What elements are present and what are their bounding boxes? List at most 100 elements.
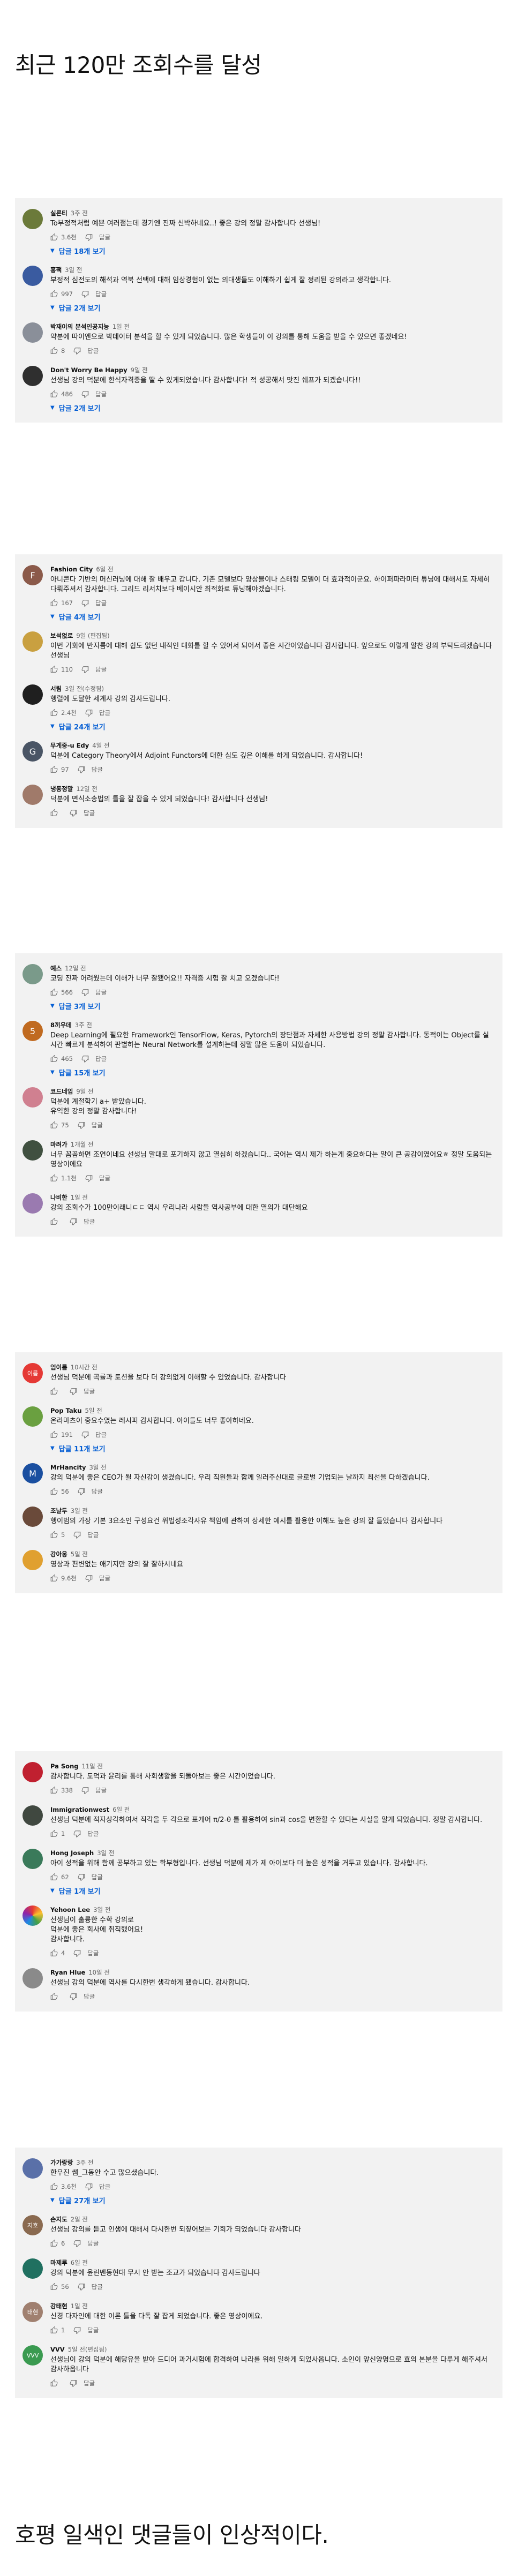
comment-author[interactable]: 실론티 [50,209,67,217]
thumb-up-icon[interactable] [50,1218,58,1225]
reply-button[interactable]: 답글 [95,988,107,997]
thumb-down-icon[interactable] [85,2183,93,2190]
reply-button[interactable]: 답글 [99,1574,110,1583]
thumb-down-icon[interactable] [81,1431,89,1438]
reply-button[interactable]: 답글 [84,1992,95,2001]
reply-button[interactable]: 답글 [95,1786,107,1795]
thumb-down-icon[interactable] [70,809,77,817]
avatar[interactable]: 5 [22,1021,43,1041]
avatar[interactable] [22,1140,43,1161]
reply-button[interactable]: 답글 [99,233,110,242]
thumb-down-icon[interactable] [85,709,93,717]
comment-author[interactable]: 조날두 [50,1507,67,1515]
reply-button[interactable]: 답글 [87,1531,99,1539]
thumb-up-icon[interactable] [50,290,58,298]
thumb-up-icon[interactable] [50,599,58,607]
comment-author[interactable]: Hong Joseph [50,1849,94,1857]
thumb-up-icon[interactable] [50,666,58,673]
comment-author[interactable]: Pop Taku [50,1407,82,1414]
reply-button[interactable]: 답글 [95,1054,107,1063]
avatar[interactable] [22,1507,43,1527]
avatar[interactable] [22,322,43,343]
thumb-down-icon[interactable] [70,1993,77,2000]
avatar[interactable] [22,1550,43,1570]
avatar[interactable]: 지호 [22,2215,43,2235]
view-replies-button[interactable]: ▼ 답글 18개 보기 [50,246,106,256]
comment-author[interactable]: 가가랑랑 [50,2159,73,2166]
avatar[interactable] [22,2258,43,2279]
view-replies-button[interactable]: ▼ 답글 1개 보기 [50,1886,101,1896]
reply-button[interactable]: 답글 [99,709,110,717]
comment-author[interactable]: Pa Song [50,1762,79,1770]
thumb-up-icon[interactable] [50,766,58,773]
avatar[interactable] [22,1905,43,1926]
thumb-down-icon[interactable] [85,1174,93,1182]
reply-button[interactable]: 답글 [84,1387,95,1396]
thumb-down-icon[interactable] [81,989,89,996]
avatar[interactable] [22,1087,43,1108]
view-replies-button[interactable]: ▼ 답글 27개 보기 [50,2195,106,2205]
avatar[interactable] [22,209,43,229]
thumb-up-icon[interactable] [50,1949,58,1957]
thumb-up-icon[interactable] [50,989,58,996]
view-replies-button[interactable]: ▼ 답글 4개 보기 [50,612,101,622]
view-replies-button[interactable]: ▼ 답글 24개 보기 [50,721,106,732]
thumb-down-icon[interactable] [81,599,89,607]
comment-author[interactable]: 손지도 [50,2216,67,2223]
comment-author[interactable]: 박재이의 분석인공지능 [50,323,109,330]
thumb-up-icon[interactable] [50,1575,58,1582]
avatar[interactable] [22,1805,43,1826]
view-replies-button[interactable]: ▼ 답글 15개 보기 [50,1067,106,1078]
avatar[interactable] [22,366,43,386]
reply-button[interactable]: 답글 [95,390,107,398]
thumb-down-icon[interactable] [73,347,81,355]
thumb-up-icon[interactable] [50,1488,58,1495]
thumb-down-icon[interactable] [81,390,89,398]
comment-author[interactable]: Ryan Hlue [50,1969,85,1976]
comment-author[interactable]: 서림 [50,685,62,692]
comment-author[interactable]: 마려가 [50,1141,67,1148]
reply-button[interactable]: 답글 [95,665,107,674]
thumb-up-icon[interactable] [50,1388,58,1395]
comment-author[interactable]: Don't Worry Be Happy [50,366,127,374]
thumb-down-icon[interactable] [81,666,89,673]
reply-button[interactable]: 답글 [84,1217,95,1226]
avatar[interactable] [22,684,43,705]
reply-button[interactable]: 답글 [87,2326,99,2334]
thumb-up-icon[interactable] [50,1531,58,1539]
thumb-down-icon[interactable] [70,1388,77,1395]
thumb-down-icon[interactable] [73,2240,81,2247]
thumb-up-icon[interactable] [50,2183,58,2190]
comment-author[interactable]: 무게중-u Edy [50,742,89,749]
reply-button[interactable]: 답글 [87,1949,99,1957]
comment-author[interactable]: 냉동정말 [50,785,73,793]
thumb-up-icon[interactable] [50,1431,58,1438]
thumb-up-icon[interactable] [50,1873,58,1881]
comment-author[interactable]: VVV [50,2346,65,2353]
reply-button[interactable]: 답글 [92,1487,103,1496]
avatar[interactable] [22,266,43,286]
thumb-up-icon[interactable] [50,1787,58,1794]
reply-button[interactable]: 답글 [84,2379,95,2387]
thumb-up-icon[interactable] [50,1055,58,1063]
reply-button[interactable]: 답글 [87,347,99,355]
reply-button[interactable]: 답글 [92,765,103,774]
comment-author[interactable]: Yehoon Lee [50,1906,90,1914]
thumb-down-icon[interactable] [70,2379,77,2387]
thumb-up-icon[interactable] [50,809,58,817]
thumb-down-icon[interactable] [78,1488,85,1495]
reply-button[interactable]: 답글 [95,290,107,298]
avatar[interactable]: M [22,1463,43,1483]
avatar[interactable]: F [22,565,43,585]
avatar[interactable] [22,785,43,805]
reply-button[interactable]: 답글 [95,599,107,607]
avatar[interactable] [22,1193,43,1214]
reply-button[interactable]: 답글 [84,809,95,817]
thumb-up-icon[interactable] [50,2379,58,2387]
comment-author[interactable]: Fashion City [50,566,93,573]
reply-button[interactable]: 답글 [87,1829,99,1838]
reply-button[interactable]: 답글 [99,2182,110,2191]
comment-author[interactable]: 강아웅 [50,1550,67,1558]
thumb-down-icon[interactable] [73,1830,81,1837]
thumb-up-icon[interactable] [50,2240,58,2247]
